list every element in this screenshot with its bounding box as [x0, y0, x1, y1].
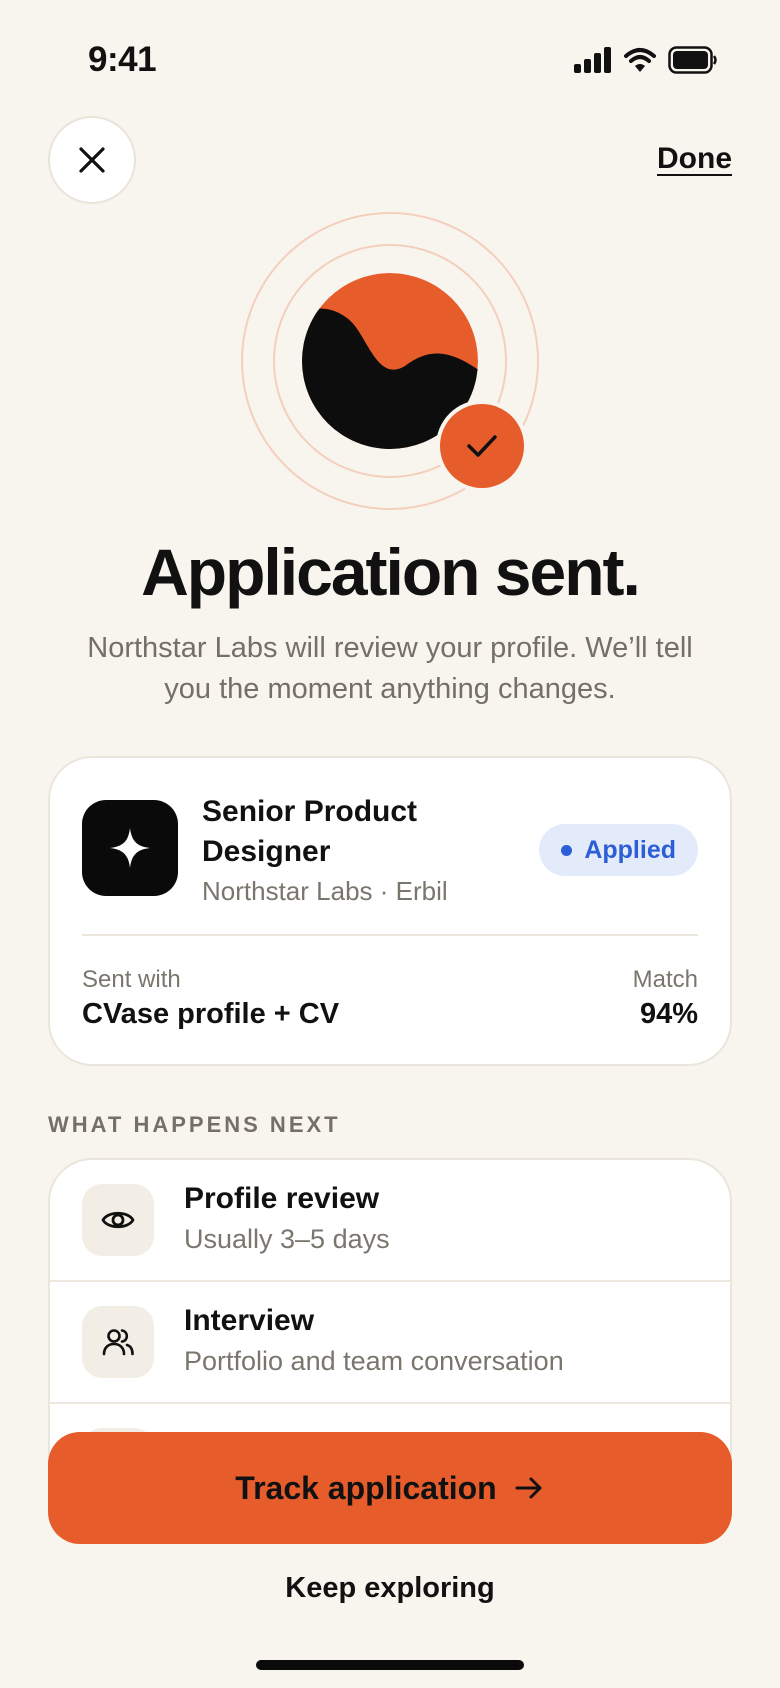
page-subtitle: Northstar Labs will review your profile.… — [87, 632, 693, 705]
wifi-icon — [624, 48, 656, 72]
step-subtitle: Portfolio and team conversation — [184, 1346, 564, 1376]
section-heading: WHAT HAPPENS NEXT — [48, 1112, 341, 1137]
sent-with-label: Sent with — [82, 966, 181, 993]
eye-icon — [101, 1211, 135, 1229]
step-icon-container — [82, 1184, 154, 1256]
status-time: 9:41 — [88, 40, 157, 79]
step-title: Profile review — [184, 1182, 380, 1215]
success-illustration — [230, 206, 550, 526]
battery-icon — [668, 46, 717, 74]
home-indicator — [256, 1660, 524, 1670]
list-item[interactable]: Profile review Usually 3–5 days — [50, 1160, 730, 1282]
match-value: 94% — [639, 998, 698, 1030]
track-application-button[interactable]: Track application — [48, 1432, 732, 1544]
step-icon-container — [82, 1306, 154, 1378]
keep-exploring-button[interactable]: Keep exploring — [0, 1572, 780, 1605]
step-subtitle: Usually 3–5 days — [184, 1224, 390, 1254]
close-icon — [79, 147, 105, 173]
arrow-right-icon — [515, 1477, 542, 1499]
status-icons — [574, 46, 718, 74]
track-application-label: Track application — [235, 1469, 497, 1506]
close-button[interactable] — [48, 116, 136, 204]
step-title: Interview — [184, 1304, 315, 1337]
status-dot-icon — [561, 844, 573, 856]
status-bar: 9:41 — [0, 0, 780, 120]
done-button[interactable]: Done — [657, 142, 732, 176]
next-steps-list: Profile review Usually 3–5 days Intervie… — [48, 1158, 732, 1458]
sparkle-icon — [110, 828, 150, 868]
sent-with-value: CVase profile + CV — [82, 998, 340, 1030]
list-item[interactable]: Interview Portfolio and team conversatio… — [50, 1282, 730, 1404]
page-title: Application sent. — [141, 535, 641, 609]
company-logo — [82, 800, 178, 896]
divider — [82, 934, 698, 936]
match-label: Match — [632, 966, 698, 993]
users-icon — [102, 1329, 134, 1356]
status-badge: Applied — [539, 824, 698, 876]
status-badge-label: Applied — [584, 835, 676, 864]
job-company-location: Northstar Labs · Erbil — [202, 876, 448, 906]
job-summary-card[interactable]: Senior Product Designer Northstar Labs ·… — [48, 756, 732, 1066]
cellular-signal-icon — [574, 47, 611, 73]
job-title: Senior Product Designer — [202, 795, 418, 868]
